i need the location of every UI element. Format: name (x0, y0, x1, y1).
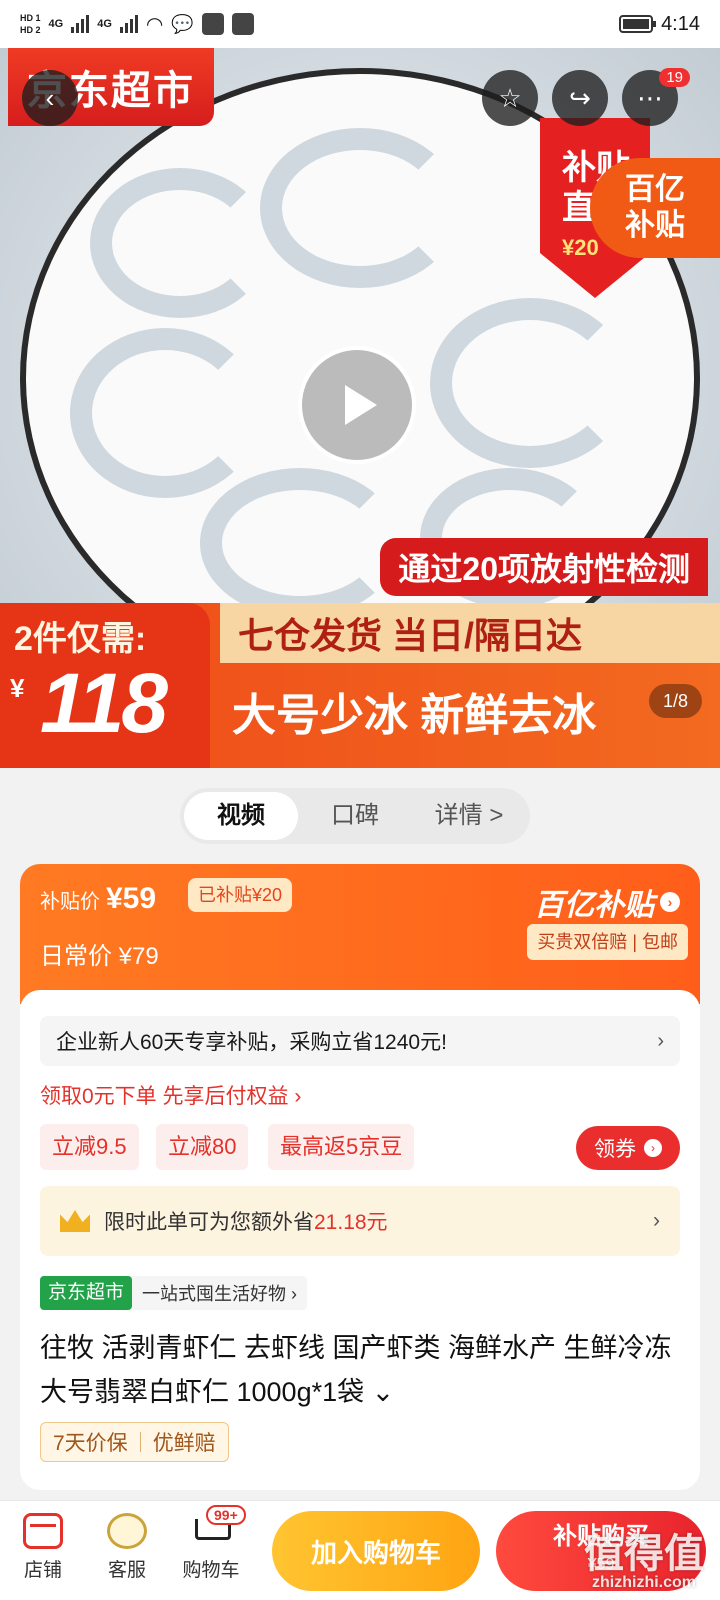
shop-tag: 京东超市 (40, 1276, 133, 1310)
add-to-cart-button[interactable]: 加入购物车 (272, 1511, 480, 1591)
shield-icon (231, 13, 254, 35)
chevron-right-icon: › (657, 1029, 664, 1052)
chevron-left-icon: ‹ (45, 82, 55, 113)
image-pager: 1/8 (648, 684, 702, 718)
hd-indicator: HD 1 HD 2 (20, 13, 41, 35)
favorite-button[interactable]: ☆ (482, 70, 538, 126)
regular-price-label: 日常价 (40, 943, 112, 970)
signal-icon-2 (119, 15, 138, 33)
subsidy-price-card: 补贴价 ¥59 已补贴¥20 日常价 ¥79 百亿补贴 › 买贵双倍赔 | 包邮 (20, 864, 700, 1004)
media-tabs: 视频 口碑 详情 > (180, 788, 530, 844)
wechat-icon: 💬 (171, 13, 194, 34)
bag-icon (201, 13, 224, 35)
shop-button[interactable]: 店铺 (8, 1513, 78, 1582)
shrimp-shape (70, 328, 260, 498)
price-protect-tag: 7天价保 (53, 1432, 128, 1455)
network-type-1: 4G (48, 18, 64, 30)
product-title[interactable]: 往牧 活剥青虾仁 去虾线 国产虾类 海鲜水产 生鲜冷冻 大号翡翠白虾仁 1000… (40, 1326, 680, 1414)
yi-subsidy-badge: 百亿 补贴 (590, 158, 720, 258)
cart-count-badge: 99+ (206, 1505, 246, 1525)
product-slogan: 大号少冰 新鲜去冰 (232, 691, 597, 740)
chevron-right-icon: › (653, 1209, 660, 1232)
subsidized-tag: 已补贴¥20 (188, 878, 293, 912)
tab-reviews[interactable]: 口碑 (298, 792, 412, 840)
product-info-card: 企业新人60天专享补贴，采购立省1240元! › 领取0元下单 先享后付权益 ›… (20, 990, 700, 1490)
service-tags[interactable]: 7天价保 优鲜赔 (40, 1422, 229, 1462)
coupon-tag[interactable]: 立减80 (156, 1124, 249, 1170)
regular-price: ¥79 (118, 943, 159, 970)
coupon-tag[interactable]: 最高返5京豆 (268, 1124, 415, 1170)
message-count-badge: 19 (659, 68, 690, 87)
wifi-icon: ◠ (145, 13, 164, 36)
yi-subsidy-logo[interactable]: 百亿补贴 › (534, 880, 680, 924)
customer-service-icon (107, 1513, 147, 1549)
shrimp-shape (200, 468, 400, 618)
tab-details[interactable]: 详情 > (412, 792, 526, 840)
back-button[interactable]: ‹ (22, 70, 78, 126)
clock: 4:14 (661, 12, 700, 35)
promo-price-bar: 2件仅需: ¥ 118 七仓发货 当日/隔日达 大号少冰 新鲜去冰 (0, 603, 720, 768)
shrimp-shape (430, 298, 630, 468)
enterprise-subsidy-row[interactable]: 企业新人60天专享补贴，采购立省1240元! › (40, 1016, 680, 1066)
shop-entry[interactable]: 京东超市 一站式囤生活好物 › (40, 1276, 308, 1310)
site-watermark: 值得值 zhizhizhi.com (584, 1532, 704, 1591)
battery-icon (619, 15, 657, 33)
status-bar: HD 1 HD 2 4G 4G ◠ 💬 4:14 (0, 0, 720, 48)
more-icon: ⋯ (637, 82, 663, 113)
chevron-right-icon: › (644, 1139, 662, 1157)
shipping-slogan: 七仓发货 当日/隔日达 (220, 603, 720, 663)
extra-savings-row[interactable]: 限时此单可为您额外省 21.18元 › (40, 1186, 680, 1256)
coupon-tag[interactable]: 立减9.5 (40, 1124, 139, 1170)
shop-description: 一站式囤生活好物 › (142, 1284, 298, 1304)
get-coupon-button[interactable]: 领券 › (576, 1126, 680, 1170)
share-icon: ↪ (569, 82, 591, 113)
savings-amount: 21.18元 (314, 1211, 388, 1234)
store-icon (23, 1513, 63, 1549)
subsidy-price-label: 补贴价 (40, 891, 100, 913)
subsidy-price: ¥59 (106, 882, 157, 915)
radiation-test-banner: 通过20项放射性检测 (380, 538, 708, 596)
tab-video[interactable]: 视频 (184, 792, 298, 840)
fresh-guarantee-tag: 优鲜赔 (152, 1432, 216, 1455)
signal-icon (71, 15, 90, 33)
product-hero-image[interactable]: 京东超市 ‹ 补贴 直降 ¥20 ☆ ↪ ⋯ 19 百亿 补贴 通过20项放射性… (0, 48, 720, 768)
network-type-2: 4G (97, 18, 112, 30)
chevron-right-icon: › (660, 892, 680, 912)
customer-service-button[interactable]: 客服 (92, 1513, 162, 1582)
shrimp-shape (260, 128, 460, 288)
star-icon: ☆ (498, 82, 522, 113)
bottom-action-bar: 店铺 客服 购物车 99+ 加入购物车 补贴购买 ¥59 值得值 zhizhiz… (0, 1500, 720, 1600)
shrimp-shape (90, 168, 270, 318)
bundle-price: 2件仅需: ¥ 118 (0, 603, 210, 768)
share-button[interactable]: ↪ (552, 70, 608, 126)
pay-later-link[interactable]: 领取0元下单 先享后付权益 › (40, 1080, 301, 1110)
price-guarantee[interactable]: 买贵双倍赔 | 包邮 (527, 924, 688, 960)
play-video-button[interactable] (298, 346, 416, 464)
crown-icon (60, 1210, 90, 1232)
